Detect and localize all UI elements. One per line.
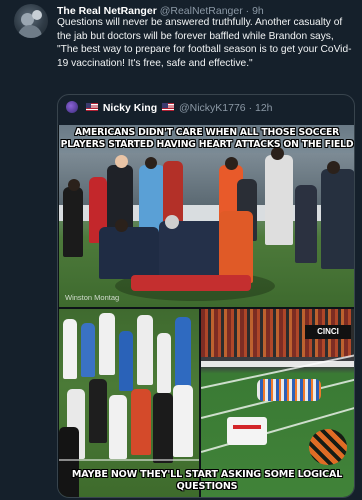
meme-caption-top: Americans didn't care when all those soc… [60, 127, 354, 150]
player-figure [175, 317, 191, 387]
quoted-author-name[interactable]: Nicky King [103, 102, 157, 114]
meme-caption-bottom: Maybe now they'll start asking some logi… [71, 469, 343, 492]
stadium-banner: CINCI [305, 325, 351, 339]
avatar-shape [18, 25, 42, 38]
player-group [257, 379, 321, 401]
image-watermark: Winston Montag [65, 293, 120, 302]
quoted-tweet-header: Nicky King @NickyK1776 · 12h [66, 100, 346, 116]
head-shape [115, 219, 128, 232]
player-figure [119, 331, 133, 391]
us-flag-icon [85, 103, 98, 111]
head-shape [145, 157, 157, 169]
tweet-card[interactable]: The Real NetRanger @RealNetRanger · 9h Q… [0, 0, 362, 500]
person-figure [265, 155, 293, 245]
quoted-author-handle[interactable]: @NickyK1776 [179, 102, 246, 114]
head-shape [327, 161, 340, 174]
quoted-tweet-timestamp[interactable]: 12h [255, 102, 273, 114]
person-figure [321, 169, 354, 269]
stretcher [131, 275, 251, 291]
player-figure [89, 379, 107, 443]
head-shape [115, 155, 128, 168]
player-figure [131, 389, 151, 455]
tweet-text: Questions will never be answered truthfu… [57, 17, 352, 69]
player-figure [153, 393, 173, 463]
person-figure [295, 185, 317, 263]
player-figure [109, 395, 127, 459]
player-figure [157, 333, 171, 393]
medic-figure [219, 211, 253, 283]
avatar-shape [32, 10, 42, 20]
person-figure [63, 187, 83, 257]
meme-panel-soccer: Winston Montag [59, 125, 354, 307]
player-figure [99, 313, 115, 375]
ambulance [227, 417, 267, 445]
author-avatar[interactable] [14, 4, 48, 38]
player-figure [81, 323, 95, 377]
head-shape [68, 179, 80, 191]
medic-figure [159, 221, 225, 277]
us-flag-icon [162, 103, 175, 111]
quoted-author-avatar[interactable] [66, 101, 78, 113]
header-separator: · [248, 102, 253, 114]
team-logo [309, 429, 347, 465]
head-shape [225, 157, 238, 170]
head-shape [165, 215, 179, 229]
player-figure [137, 315, 153, 385]
player-figure [173, 385, 193, 457]
meme-image[interactable]: Winston Montag CINCI AMERICANS DIDN'T CA… [58, 125, 354, 497]
quoted-tweet[interactable]: Nicky King @NickyK1776 · 12h Winston Mon… [57, 94, 355, 498]
player-figure [63, 319, 77, 379]
sideline [201, 361, 354, 367]
medic-figure [99, 227, 159, 279]
yard-line [59, 459, 199, 461]
